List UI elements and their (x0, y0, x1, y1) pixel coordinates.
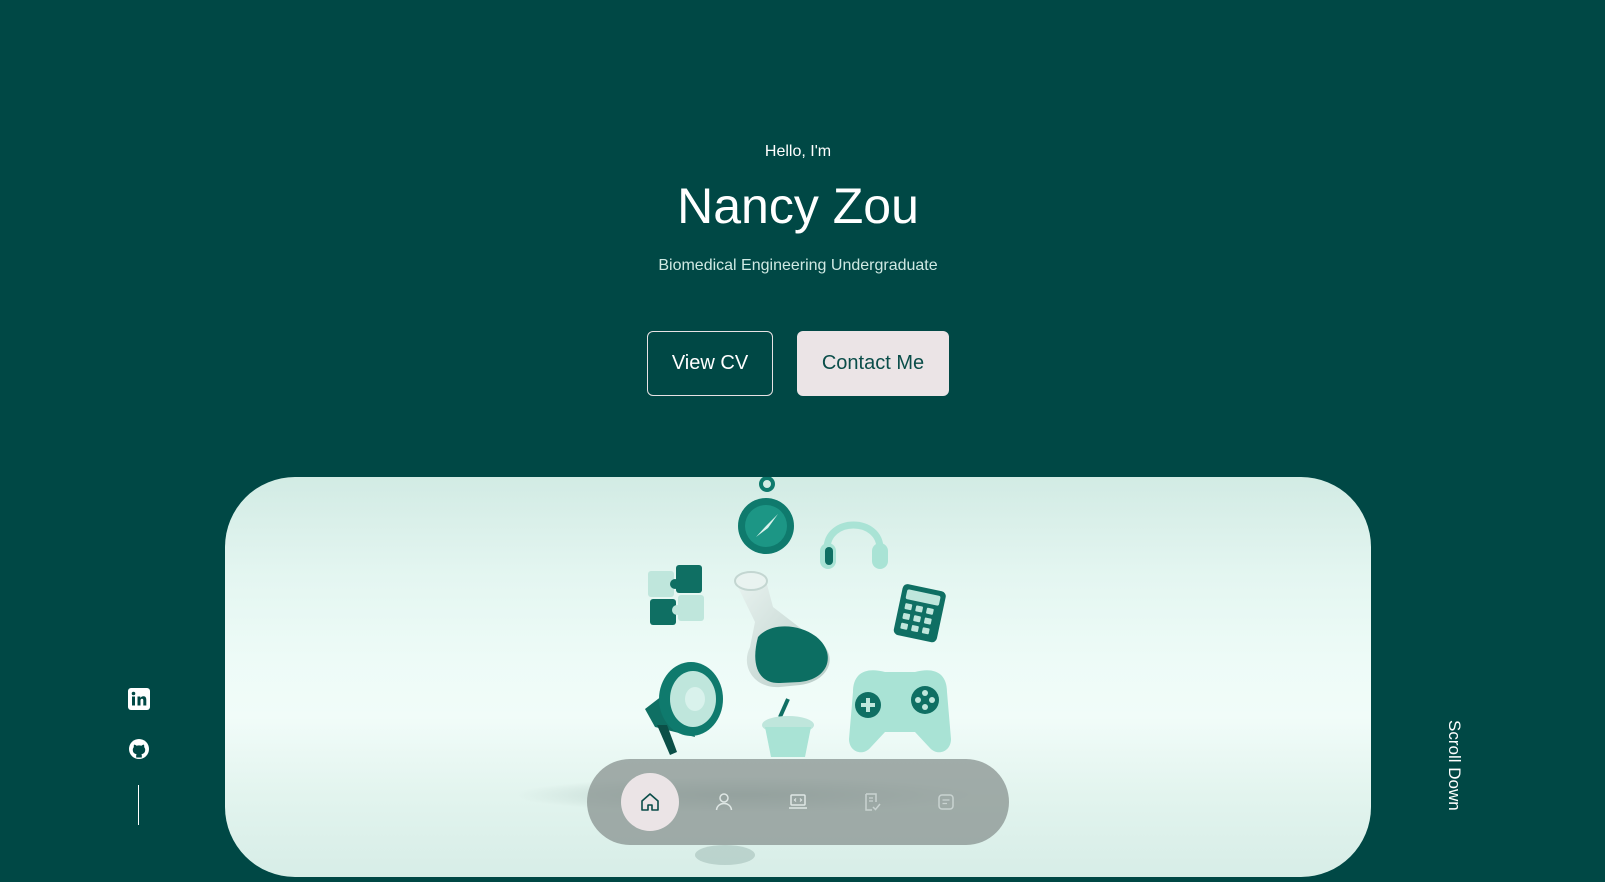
linkedin-icon (128, 688, 150, 710)
linkedin-link[interactable] (128, 688, 150, 710)
message-icon (938, 794, 954, 810)
headphones-object (820, 521, 888, 569)
controller-object (849, 670, 951, 753)
megaphone-object (645, 662, 723, 755)
view-cv-button[interactable]: View CV (647, 331, 773, 396)
github-icon (129, 739, 149, 759)
calculator-object (893, 584, 946, 643)
social-divider (138, 785, 139, 825)
bottom-nav (587, 759, 1009, 845)
laptop-code-icon (789, 794, 807, 809)
user-icon (715, 793, 733, 811)
hero-name: Nancy Zou (677, 178, 919, 234)
nav-about[interactable] (695, 773, 753, 831)
hero-subtitle: Biomedical Engineering Undergraduate (658, 257, 938, 274)
document-check-icon (865, 793, 881, 811)
nav-experience[interactable] (843, 773, 901, 831)
contact-me-button[interactable]: Contact Me (797, 331, 949, 396)
home-icon (641, 793, 659, 811)
nav-projects[interactable] (769, 773, 827, 831)
github-link[interactable] (128, 738, 150, 760)
puzzle-object (648, 565, 704, 625)
compass-object (738, 477, 794, 554)
nav-contact[interactable] (917, 773, 975, 831)
nav-home[interactable] (621, 773, 679, 831)
cup-object (762, 698, 814, 757)
scroll-down-link[interactable]: Scroll Down (1444, 720, 1464, 811)
hero-greeting: Hello, I'm (764, 143, 832, 160)
flask-object (734, 571, 830, 688)
